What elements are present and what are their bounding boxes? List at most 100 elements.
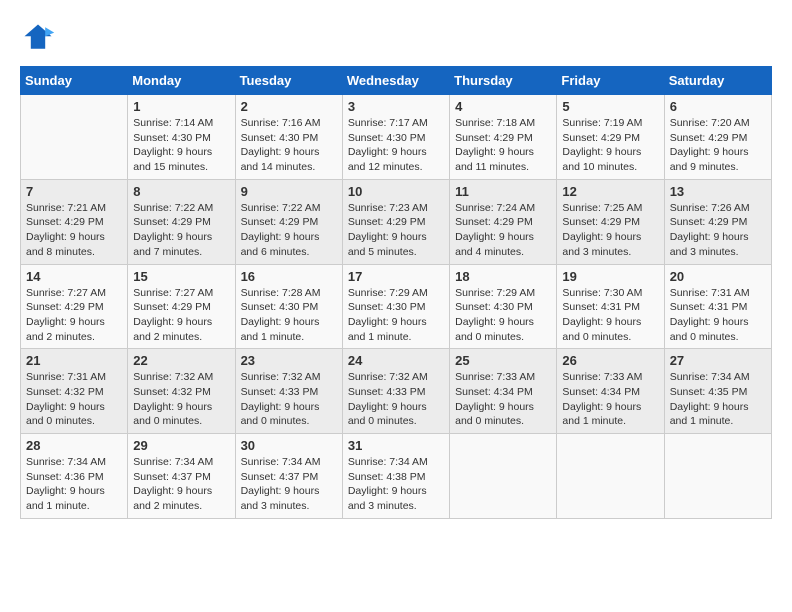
day-number: 4 bbox=[455, 99, 551, 114]
day-number: 17 bbox=[348, 269, 444, 284]
day-number: 25 bbox=[455, 353, 551, 368]
day-number: 24 bbox=[348, 353, 444, 368]
calendar-cell: 30 Sunrise: 7:34 AM Sunset: 4:37 PM Dayli… bbox=[235, 434, 342, 519]
day-number: 13 bbox=[670, 184, 766, 199]
day-number: 29 bbox=[133, 438, 229, 453]
calendar-cell: 5Sunrise: 7:19 AM Sunset: 4:29 PM Daylig… bbox=[557, 95, 664, 180]
calendar-cell: 12Sunrise: 7:25 AM Sunset: 4:29 PM Dayli… bbox=[557, 179, 664, 264]
day-info: Sunrise: 7:22 AM Sunset: 4:29 PM Dayligh… bbox=[133, 201, 229, 260]
day-info: Sunrise: 7:34 AM Sunset: 4:37 PM Dayligh… bbox=[241, 455, 337, 514]
day-number: 20 bbox=[670, 269, 766, 284]
day-number: 22 bbox=[133, 353, 229, 368]
day-info: Sunrise: 7:14 AM Sunset: 4:30 PM Dayligh… bbox=[133, 116, 229, 175]
day-info: Sunrise: 7:16 AM Sunset: 4:30 PM Dayligh… bbox=[241, 116, 337, 175]
day-number: 23 bbox=[241, 353, 337, 368]
day-number: 15 bbox=[133, 269, 229, 284]
weekday-header: Saturday bbox=[664, 67, 771, 95]
calendar-week-row: 1 Sunrise: 7:14 AM Sunset: 4:30 PM Daylig… bbox=[21, 95, 772, 180]
day-number: 31 bbox=[348, 438, 444, 453]
day-info: Sunrise: 7:29 AM Sunset: 4:30 PM Dayligh… bbox=[348, 286, 444, 345]
day-number: 8 bbox=[133, 184, 229, 199]
calendar-cell: 17 Sunrise: 7:29 AM Sunset: 4:30 PM Dayli… bbox=[342, 264, 449, 349]
day-number: 14 bbox=[26, 269, 122, 284]
calendar-cell: 19 Sunrise: 7:30 AM Sunset: 4:31 PM Dayli… bbox=[557, 264, 664, 349]
calendar-cell: 28 Sunrise: 7:34 AM Sunset: 4:36 PM Dayli… bbox=[21, 434, 128, 519]
day-info: Sunrise: 7:33 AM Sunset: 4:34 PM Dayligh… bbox=[455, 370, 551, 429]
calendar-cell: 22Sunrise: 7:32 AM Sunset: 4:32 PM Dayli… bbox=[128, 349, 235, 434]
logo bbox=[20, 20, 60, 56]
calendar-week-row: 14 Sunrise: 7:27 AM Sunset: 4:29 PM Dayli… bbox=[21, 264, 772, 349]
calendar-table: SundayMondayTuesdayWednesdayThursdayFrid… bbox=[20, 66, 772, 519]
day-info: Sunrise: 7:31 AM Sunset: 4:32 PM Dayligh… bbox=[26, 370, 122, 429]
weekday-header: Thursday bbox=[450, 67, 557, 95]
day-info: Sunrise: 7:34 AM Sunset: 4:35 PM Dayligh… bbox=[670, 370, 766, 429]
day-info: Sunrise: 7:26 AM Sunset: 4:29 PM Dayligh… bbox=[670, 201, 766, 260]
day-info: Sunrise: 7:32 AM Sunset: 4:33 PM Dayligh… bbox=[241, 370, 337, 429]
day-number: 7 bbox=[26, 184, 122, 199]
calendar-cell: 20Sunrise: 7:31 AM Sunset: 4:31 PM Dayli… bbox=[664, 264, 771, 349]
day-info: Sunrise: 7:17 AM Sunset: 4:30 PM Dayligh… bbox=[348, 116, 444, 175]
calendar-cell: 15 Sunrise: 7:27 AM Sunset: 4:29 PM Dayli… bbox=[128, 264, 235, 349]
calendar-cell: 13 Sunrise: 7:26 AM Sunset: 4:29 PM Dayli… bbox=[664, 179, 771, 264]
day-number: 28 bbox=[26, 438, 122, 453]
day-info: Sunrise: 7:28 AM Sunset: 4:30 PM Dayligh… bbox=[241, 286, 337, 345]
calendar-cell: 2 Sunrise: 7:16 AM Sunset: 4:30 PM Daylig… bbox=[235, 95, 342, 180]
day-info: Sunrise: 7:29 AM Sunset: 4:30 PM Dayligh… bbox=[455, 286, 551, 345]
weekday-header: Tuesday bbox=[235, 67, 342, 95]
day-number: 6 bbox=[670, 99, 766, 114]
day-number: 3 bbox=[348, 99, 444, 114]
calendar-cell: 29 Sunrise: 7:34 AM Sunset: 4:37 PM Dayli… bbox=[128, 434, 235, 519]
weekday-header: Wednesday bbox=[342, 67, 449, 95]
day-info: Sunrise: 7:18 AM Sunset: 4:29 PM Dayligh… bbox=[455, 116, 551, 175]
calendar-cell: 9Sunrise: 7:22 AM Sunset: 4:29 PM Daylig… bbox=[235, 179, 342, 264]
calendar-week-row: 7 Sunrise: 7:21 AM Sunset: 4:29 PM Daylig… bbox=[21, 179, 772, 264]
day-info: Sunrise: 7:24 AM Sunset: 4:29 PM Dayligh… bbox=[455, 201, 551, 260]
day-number: 30 bbox=[241, 438, 337, 453]
weekday-header: Monday bbox=[128, 67, 235, 95]
day-number: 18 bbox=[455, 269, 551, 284]
calendar-cell: 14 Sunrise: 7:27 AM Sunset: 4:29 PM Dayli… bbox=[21, 264, 128, 349]
day-info: Sunrise: 7:34 AM Sunset: 4:37 PM Dayligh… bbox=[133, 455, 229, 514]
calendar-cell: 23 Sunrise: 7:32 AM Sunset: 4:33 PM Dayli… bbox=[235, 349, 342, 434]
calendar-cell: 21 Sunrise: 7:31 AM Sunset: 4:32 PM Dayli… bbox=[21, 349, 128, 434]
calendar-cell bbox=[21, 95, 128, 180]
calendar-cell: 3 Sunrise: 7:17 AM Sunset: 4:30 PM Daylig… bbox=[342, 95, 449, 180]
day-number: 1 bbox=[133, 99, 229, 114]
calendar-cell bbox=[664, 434, 771, 519]
day-number: 11 bbox=[455, 184, 551, 199]
calendar-cell: 16 Sunrise: 7:28 AM Sunset: 4:30 PM Dayli… bbox=[235, 264, 342, 349]
day-number: 16 bbox=[241, 269, 337, 284]
day-info: Sunrise: 7:27 AM Sunset: 4:29 PM Dayligh… bbox=[26, 286, 122, 345]
calendar-cell: 11 Sunrise: 7:24 AM Sunset: 4:29 PM Dayli… bbox=[450, 179, 557, 264]
day-number: 12 bbox=[562, 184, 658, 199]
day-info: Sunrise: 7:34 AM Sunset: 4:38 PM Dayligh… bbox=[348, 455, 444, 514]
day-info: Sunrise: 7:23 AM Sunset: 4:29 PM Dayligh… bbox=[348, 201, 444, 260]
calendar-cell: 7 Sunrise: 7:21 AM Sunset: 4:29 PM Daylig… bbox=[21, 179, 128, 264]
day-info: Sunrise: 7:30 AM Sunset: 4:31 PM Dayligh… bbox=[562, 286, 658, 345]
calendar-cell: 8 Sunrise: 7:22 AM Sunset: 4:29 PM Daylig… bbox=[128, 179, 235, 264]
day-info: Sunrise: 7:20 AM Sunset: 4:29 PM Dayligh… bbox=[670, 116, 766, 175]
day-info: Sunrise: 7:27 AM Sunset: 4:29 PM Dayligh… bbox=[133, 286, 229, 345]
calendar-cell bbox=[557, 434, 664, 519]
calendar-cell bbox=[450, 434, 557, 519]
calendar-cell: 4 Sunrise: 7:18 AM Sunset: 4:29 PM Daylig… bbox=[450, 95, 557, 180]
day-number: 21 bbox=[26, 353, 122, 368]
calendar-cell: 1 Sunrise: 7:14 AM Sunset: 4:30 PM Daylig… bbox=[128, 95, 235, 180]
logo-icon bbox=[20, 20, 56, 56]
weekday-header: Sunday bbox=[21, 67, 128, 95]
day-info: Sunrise: 7:22 AM Sunset: 4:29 PM Dayligh… bbox=[241, 201, 337, 260]
page-header bbox=[20, 20, 772, 56]
day-number: 2 bbox=[241, 99, 337, 114]
day-info: Sunrise: 7:19 AM Sunset: 4:29 PM Dayligh… bbox=[562, 116, 658, 175]
day-number: 27 bbox=[670, 353, 766, 368]
day-number: 26 bbox=[562, 353, 658, 368]
calendar-header: SundayMondayTuesdayWednesdayThursdayFrid… bbox=[21, 67, 772, 95]
day-info: Sunrise: 7:34 AM Sunset: 4:36 PM Dayligh… bbox=[26, 455, 122, 514]
day-info: Sunrise: 7:33 AM Sunset: 4:34 PM Dayligh… bbox=[562, 370, 658, 429]
calendar-week-row: 28 Sunrise: 7:34 AM Sunset: 4:36 PM Dayli… bbox=[21, 434, 772, 519]
day-info: Sunrise: 7:21 AM Sunset: 4:29 PM Dayligh… bbox=[26, 201, 122, 260]
calendar-cell: 18 Sunrise: 7:29 AM Sunset: 4:30 PM Dayli… bbox=[450, 264, 557, 349]
calendar-cell: 24Sunrise: 7:32 AM Sunset: 4:33 PM Dayli… bbox=[342, 349, 449, 434]
day-number: 19 bbox=[562, 269, 658, 284]
day-number: 10 bbox=[348, 184, 444, 199]
